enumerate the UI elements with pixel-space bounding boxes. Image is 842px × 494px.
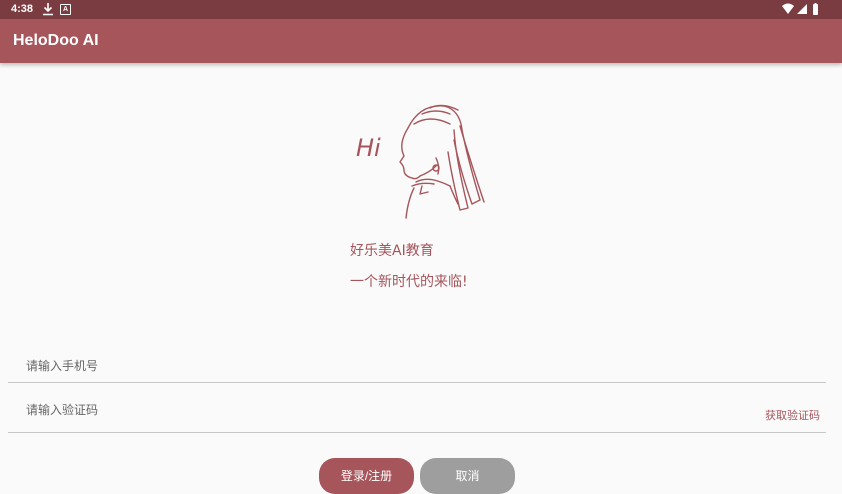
cancel-button[interactable]: 取消 (420, 458, 515, 494)
signal-icon (797, 4, 807, 14)
code-field: 获取验证码 (8, 392, 826, 433)
battery-icon (813, 3, 818, 15)
get-code-button[interactable]: 获取验证码 (765, 407, 820, 423)
tagline-primary: 好乐美AI教育 (350, 243, 434, 259)
wifi-icon (782, 3, 794, 14)
girl-illustration: Hi (356, 104, 485, 219)
app-bar: HeloDoo AI (0, 19, 842, 63)
status-right-icons (782, 3, 818, 15)
download-icon (43, 3, 53, 16)
verification-code-input[interactable] (24, 398, 728, 422)
login-register-button[interactable]: 登录/注册 (319, 458, 414, 494)
status-time: 4:38 (11, 3, 34, 15)
phone-input[interactable] (24, 354, 728, 378)
status-bar: 4:38 A (0, 0, 842, 19)
app-a-icon: A (60, 4, 71, 15)
phone-field (8, 348, 826, 383)
app-title: HeloDoo AI (13, 32, 99, 49)
tagline-secondary: 一个新时代的来临! (350, 274, 468, 290)
hero-greeting: Hi (356, 134, 381, 162)
